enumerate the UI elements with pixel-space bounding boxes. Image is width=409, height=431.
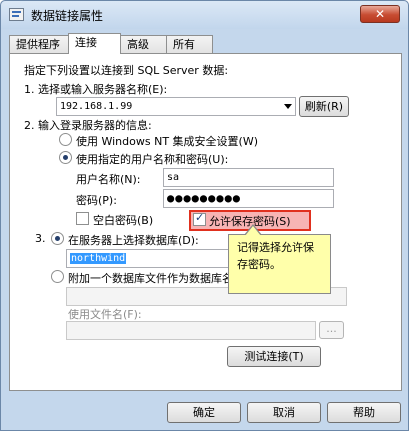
browse-button[interactable]: ... <box>319 321 344 339</box>
chevron-down-icon[interactable] <box>284 104 292 109</box>
password-label: 密码(P): <box>76 194 117 207</box>
select-db-label: 在服务器上选择数据库(D): <box>68 234 199 247</box>
test-connection-button[interactable]: 测试连接(T) <box>227 346 321 367</box>
specific-user-label: 使用指定的用户名称和密码(U): <box>76 153 229 166</box>
password-field[interactable]: ●●●●●●●●● <box>163 189 334 208</box>
callout-pointer-fill <box>245 226 261 236</box>
intro-text: 指定下列设置以连接到 SQL Server 数据: <box>24 64 229 77</box>
tab-all[interactable]: 所有 <box>166 35 213 53</box>
database-value: northwind <box>70 253 127 264</box>
attach-db-radio[interactable] <box>51 270 64 283</box>
allow-save-password-checkbox[interactable] <box>193 211 206 226</box>
server-name-combobox[interactable]: 192.168.1.99 <box>56 97 296 116</box>
window-title: 数据链接属性 <box>31 9 104 23</box>
username-label: 用户名称(N): <box>76 173 141 186</box>
tab-connection[interactable]: 连接 <box>68 33 121 54</box>
tip-callout: 记得选择允许保存密码。 <box>228 234 331 294</box>
connection-panel: 指定下列设置以连接到 SQL Server 数据: 1. 选择或输入服务器名称(… <box>9 53 402 391</box>
step2-label: 2. 输入登录服务器的信息: <box>24 119 152 132</box>
title-bar: 数据链接属性 ✕ <box>1 1 408 29</box>
tab-provider[interactable]: 提供程序 <box>9 35 69 53</box>
windows-nt-auth-radio[interactable] <box>59 133 72 146</box>
window-icon <box>9 8 24 21</box>
refresh-button[interactable]: 刷新(R) <box>299 96 349 117</box>
dialog-window: 数据链接属性 ✕ 提供程序 连接 高级 所有 指定下列设置以连接到 SQL Se… <box>0 0 409 431</box>
blank-password-checkbox[interactable] <box>76 212 89 225</box>
filename-field[interactable] <box>66 321 316 340</box>
attach-db-label: 附加一个数据库文件作为数据库名(H): <box>68 272 254 285</box>
blank-password-label: 空白密码(B) <box>93 214 154 227</box>
specific-user-radio[interactable] <box>59 151 72 164</box>
close-button[interactable]: ✕ <box>360 5 400 23</box>
step1-label: 1. 选择或输入服务器名称(E): <box>24 83 168 96</box>
step3-number: 3. <box>35 232 46 245</box>
tab-advanced[interactable]: 高级 <box>120 35 167 53</box>
select-db-radio[interactable] <box>51 232 64 245</box>
windows-nt-auth-label: 使用 Windows NT 集成安全设置(W) <box>76 135 258 148</box>
help-button[interactable]: 帮助 <box>327 402 401 423</box>
cancel-button[interactable]: 取消 <box>247 402 321 423</box>
filename-label: 使用文件名(F): <box>68 308 142 321</box>
username-field[interactable]: sa <box>163 168 334 187</box>
server-name-value: 192.168.1.99 <box>60 101 133 112</box>
ok-button[interactable]: 确定 <box>167 402 241 423</box>
